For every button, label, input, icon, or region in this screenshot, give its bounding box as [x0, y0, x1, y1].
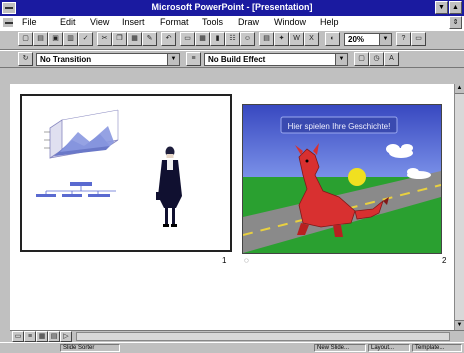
open-icon[interactable]: ▤ [33, 32, 48, 46]
slide-number-2: 2 [442, 256, 447, 265]
menu-tools[interactable]: Tools [202, 17, 223, 27]
scroll-up-icon[interactable]: ▲ [455, 84, 464, 94]
slide-view-icon[interactable]: ▭ [12, 331, 24, 342]
menu-help[interactable]: Help [320, 17, 339, 27]
chevron-down-icon[interactable]: ▼ [335, 54, 347, 65]
black-white-view-icon[interactable]: ◐ [325, 32, 340, 46]
zoom-value: 20% [348, 35, 365, 44]
cut-icon[interactable]: ✂ [97, 32, 112, 46]
document-restore-button[interactable]: ⇕ [449, 16, 462, 29]
slide-1-content [36, 109, 182, 227]
slide-number-1: 1 [222, 256, 227, 265]
copy-icon[interactable]: ❐ [112, 32, 127, 46]
view-buttons-bar: ▭ ≡ ▦ ▤ ▷ [10, 330, 464, 342]
title-bar: Microsoft PowerPoint - [Presentation] ▼ … [0, 0, 464, 16]
slide-sorter-view-icon[interactable]: ▦ [36, 331, 48, 342]
graph-it-icon[interactable]: X [304, 32, 319, 46]
show-formatting-icon[interactable]: A [384, 52, 399, 66]
insert-table-icon[interactable]: ▦ [195, 32, 210, 46]
apply-template-icon[interactable]: ▤ [259, 32, 274, 46]
transition-icon[interactable]: ↻ [18, 52, 33, 66]
slide-thumbnail-1[interactable] [20, 94, 232, 252]
chevron-down-icon[interactable]: ▼ [379, 34, 391, 45]
sun-icon [348, 168, 366, 186]
insert-graph-icon[interactable]: ▮ [210, 32, 225, 46]
menu-edit[interactable]: Edit [60, 17, 76, 27]
document-menu-button[interactable] [2, 17, 14, 28]
status-bar: Slide Sorter New Slide... Layout... Temp… [0, 342, 464, 353]
zoom-combo[interactable]: 20% ▼ [344, 33, 392, 46]
transition-value: No Transition [40, 55, 92, 64]
insert-new-slide-icon[interactable]: ▭ [180, 32, 195, 46]
report-it-icon[interactable]: W [289, 32, 304, 46]
slide-2-title: Hier spielen Ihre Geschichte! [288, 122, 391, 131]
menu-file[interactable]: File [22, 17, 37, 27]
spelling-icon[interactable]: ✓ [78, 32, 93, 46]
print-icon[interactable]: ▥ [63, 32, 78, 46]
maximize-button[interactable]: ▲ [449, 1, 462, 14]
slide-sorter-toolbar: ↻ No Transition ▼ ≡ No Build Effect ▼ ▢ … [0, 50, 464, 68]
hide-slide-icon[interactable]: ▢ [354, 52, 369, 66]
transition-select[interactable]: No Transition ▼ [36, 53, 180, 66]
slide-thumbnail-2[interactable]: Hier spielen Ihre Geschichte! [242, 104, 442, 254]
menu-format[interactable]: Format [160, 17, 189, 27]
menu-view[interactable]: View [90, 17, 109, 27]
scroll-down-icon[interactable]: ▼ [455, 320, 464, 330]
build-value: No Build Effect [208, 55, 266, 64]
layout-button[interactable]: Layout... [368, 344, 410, 352]
horizontal-scrollbar[interactable] [76, 332, 450, 341]
minimize-button[interactable]: ▼ [435, 1, 448, 14]
menu-bar: File Edit View Insert Format Tools Draw … [0, 16, 464, 30]
help-icon[interactable]: ? [396, 32, 411, 46]
insert-org-chart-icon[interactable]: ☷ [225, 32, 240, 46]
pick-a-look-wizard-icon[interactable]: ✦ [274, 32, 289, 46]
sky-background [243, 105, 441, 177]
paste-icon[interactable]: ▦ [127, 32, 142, 46]
left-margin [0, 84, 10, 330]
new-icon[interactable]: ▢ [18, 32, 33, 46]
status-view-label: Slide Sorter [60, 344, 120, 352]
format-painter-icon[interactable]: ✎ [142, 32, 157, 46]
slide-transition-icon: ◌ [244, 256, 249, 265]
save-icon[interactable]: ▣ [48, 32, 63, 46]
menu-window[interactable]: Window [274, 17, 306, 27]
window-title: Microsoft PowerPoint - [Presentation] [151, 2, 313, 12]
menu-insert[interactable]: Insert [122, 17, 145, 27]
undo-icon[interactable]: ↶ [161, 32, 176, 46]
notes-view-icon[interactable]: ▤ [48, 331, 60, 342]
slide-1-org-chart [36, 182, 116, 197]
vertical-scrollbar[interactable]: ▲ ▼ [454, 84, 464, 330]
cue-cards-icon[interactable]: ▭ [411, 32, 426, 46]
template-button[interactable]: Template... [412, 344, 462, 352]
slide-2-content: Hier spielen Ihre Geschichte! [243, 105, 441, 253]
build-icon[interactable]: ≡ [186, 52, 201, 66]
menu-draw[interactable]: Draw [238, 17, 259, 27]
businesswoman-clipart [156, 146, 182, 227]
build-select[interactable]: No Build Effect ▼ [204, 53, 348, 66]
new-slide-button[interactable]: New Slide... [314, 344, 366, 352]
rehearse-timings-icon[interactable]: ◷ [369, 52, 384, 66]
slide-1-chart [44, 109, 119, 159]
chevron-down-icon[interactable]: ▼ [167, 54, 179, 65]
outline-view-icon[interactable]: ≡ [24, 331, 36, 342]
insert-clipart-icon[interactable]: ☺ [240, 32, 255, 46]
standard-toolbar: ▢ ▤ ▣ ▥ ✓ ✂ ❐ ▦ ✎ ↶ ▭ ▦ ▮ ☷ ☺ ▤ ✦ W X ◐ … [0, 30, 464, 50]
slide-show-icon[interactable]: ▷ [60, 331, 72, 342]
